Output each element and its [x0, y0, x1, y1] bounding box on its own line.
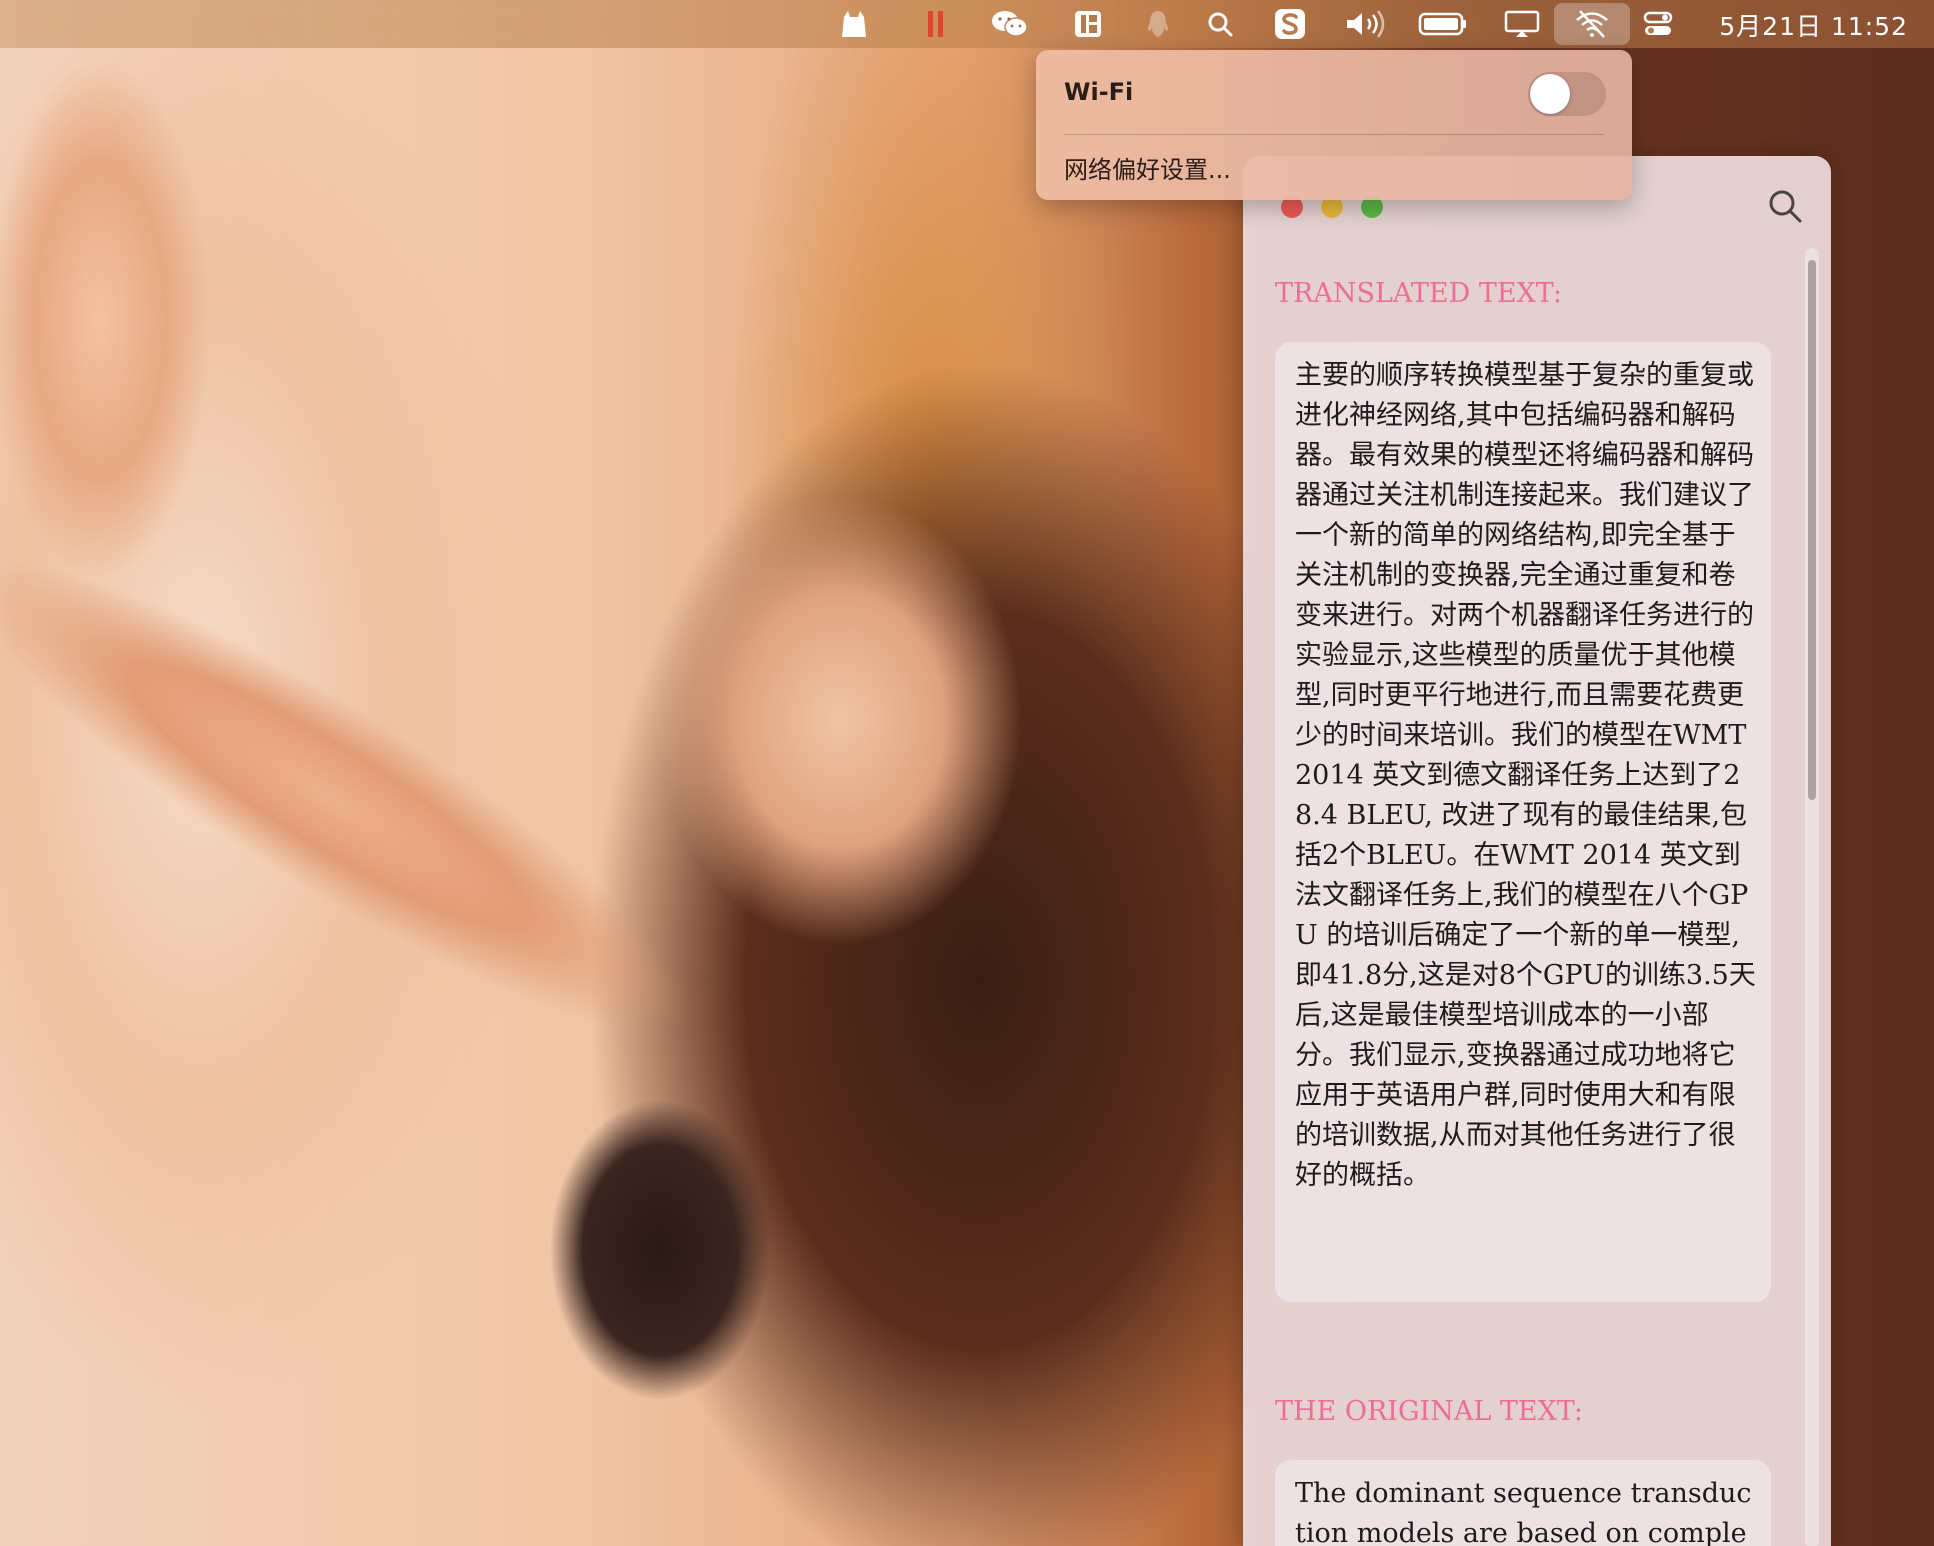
- scrollbar-thumb[interactable]: [1808, 260, 1816, 800]
- translator-window: TRANSLATED TEXT: 主要的顺序转换模型基于复杂的重复或进化神经网络…: [1243, 156, 1831, 1546]
- original-text-heading: THE ORIGINAL TEXT:: [1275, 1396, 1583, 1427]
- menu-bar: 5月21日 11:52: [0, 0, 1934, 48]
- menu-divider: [1064, 134, 1604, 135]
- search-icon[interactable]: [1765, 186, 1805, 226]
- network-preferences-item[interactable]: 网络偏好设置...: [1064, 150, 1231, 185]
- wifi-toggle-switch[interactable]: [1528, 72, 1606, 116]
- qq-icon[interactable]: [1142, 8, 1174, 40]
- translated-text-heading: TRANSLATED TEXT:: [1275, 278, 1562, 309]
- search-icon[interactable]: [1204, 8, 1236, 40]
- menu-bar-clock[interactable]: 5月21日 11:52: [1719, 7, 1908, 43]
- display-icon[interactable]: [1504, 8, 1540, 40]
- wifi-dropdown-menu: Wi-Fi 网络偏好设置...: [1036, 50, 1632, 200]
- wallpaper-arm: [0, 480, 794, 1144]
- app-cat-icon[interactable]: [838, 8, 870, 40]
- volume-icon[interactable]: [1344, 8, 1388, 40]
- pause-icon[interactable]: [920, 8, 952, 40]
- layout-icon[interactable]: [1072, 8, 1104, 40]
- toggle-knob: [1530, 74, 1570, 114]
- translated-text-body[interactable]: 主要的顺序转换模型基于复杂的重复或进化神经网络,其中包括编码器和解码器。最有效果…: [1275, 342, 1771, 1210]
- wifi-off-icon[interactable]: [1554, 3, 1630, 45]
- original-text-card: The dominant sequence transduction model…: [1275, 1460, 1771, 1546]
- original-text-body[interactable]: The dominant sequence transduction model…: [1275, 1460, 1771, 1546]
- vertical-scrollbar[interactable]: [1805, 248, 1819, 1546]
- sogou-icon[interactable]: [1274, 8, 1306, 40]
- wifi-menu-title: Wi-Fi: [1064, 78, 1134, 106]
- wallpaper-sleeve: [540, 1090, 770, 1410]
- translated-text-card: 主要的顺序转换模型基于复杂的重复或进化神经网络,其中包括编码器和解码器。最有效果…: [1275, 342, 1771, 1302]
- control-center-icon[interactable]: [1642, 8, 1674, 40]
- battery-icon[interactable]: [1418, 8, 1468, 40]
- wechat-icon[interactable]: [990, 8, 1030, 40]
